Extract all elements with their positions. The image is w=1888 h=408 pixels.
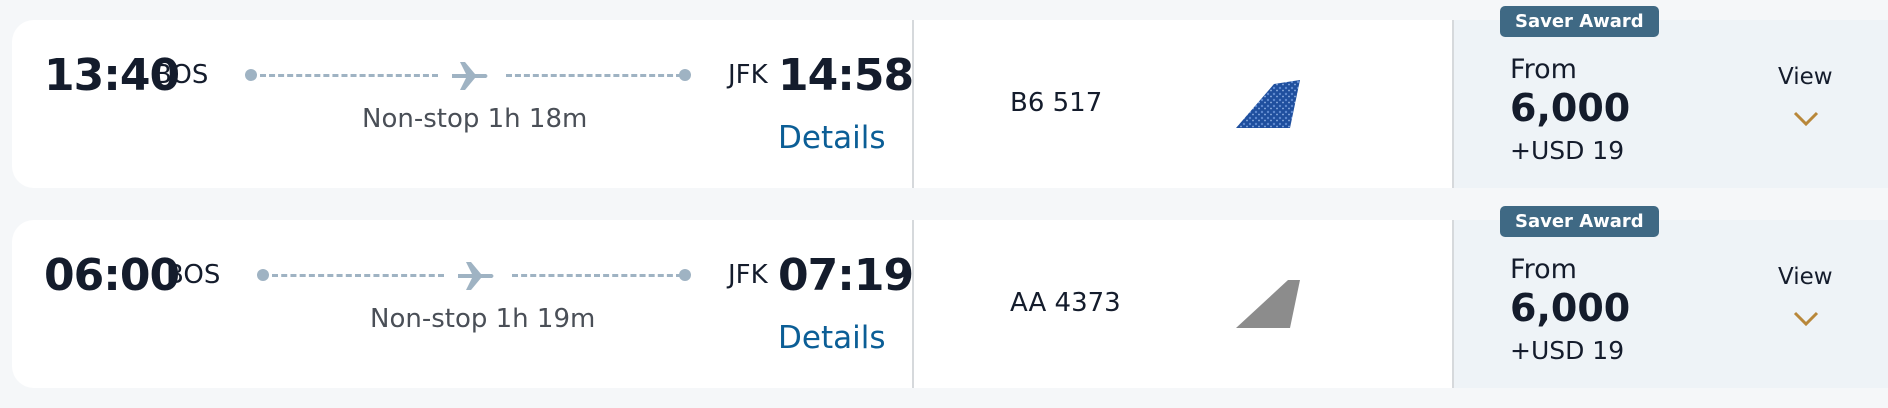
award-points: 6,000 — [1510, 86, 1631, 130]
saver-award-badge: Saver Award — [1500, 6, 1659, 37]
departure-airport: BOS — [154, 60, 209, 90]
arrival-time: 07:19 — [778, 250, 914, 301]
route-line-left — [260, 74, 438, 77]
view-fare-button[interactable]: View — [1778, 264, 1833, 290]
arrival-time: 14:58 — [778, 50, 914, 101]
flight-info-panel: B6 517 — [912, 20, 1454, 188]
taxes-fees: +USD 19 — [1510, 136, 1625, 165]
chevron-down-icon[interactable] — [1792, 110, 1820, 128]
route-start-dot — [245, 69, 257, 81]
fare-panel[interactable]: From 6,000 +USD 19 View — [1452, 20, 1888, 188]
flight-info-panel: AA 4373 — [912, 220, 1454, 388]
itinerary-panel: 06:00 BOS Non-stop 1h 19m JFK 07:19 Deta… — [12, 220, 914, 388]
arrival-airport: JFK — [728, 260, 768, 290]
flight-number: B6 517 — [1010, 88, 1103, 118]
flight-result-row: 06:00 BOS Non-stop 1h 19m JFK 07:19 Deta… — [12, 220, 1888, 388]
itinerary-panel: 13:40 BOS Non-stop 1h 18m JFK 14:58 Deta… — [12, 20, 914, 188]
departure-airport: BOS — [166, 260, 221, 290]
from-label: From — [1510, 254, 1577, 285]
jetblue-tail-icon — [1236, 80, 1300, 128]
route-end-dot — [679, 69, 691, 81]
chevron-down-icon[interactable] — [1792, 310, 1820, 328]
route-end-dot — [679, 269, 691, 281]
route-line-right — [512, 274, 682, 277]
flight-duration: Non-stop 1h 18m — [362, 104, 588, 134]
fare-panel[interactable]: From 6,000 +USD 19 View — [1452, 220, 1888, 388]
flight-number: AA 4373 — [1010, 288, 1121, 318]
from-label: From — [1510, 54, 1577, 85]
taxes-fees: +USD 19 — [1510, 336, 1625, 365]
route-line-left — [272, 274, 444, 277]
airplane-icon — [452, 62, 488, 90]
award-points: 6,000 — [1510, 286, 1631, 330]
airplane-icon — [458, 262, 494, 290]
view-fare-button[interactable]: View — [1778, 64, 1833, 90]
saver-award-badge: Saver Award — [1500, 206, 1659, 237]
flight-result-row: 13:40 BOS Non-stop 1h 18m JFK 14:58 Deta… — [12, 20, 1888, 188]
route-line-right — [506, 74, 682, 77]
details-link[interactable]: Details — [778, 320, 885, 356]
details-link[interactable]: Details — [778, 120, 885, 156]
arrival-airport: JFK — [728, 60, 768, 90]
american-tail-icon — [1236, 280, 1300, 328]
departure-time: 06:00 — [44, 250, 180, 301]
route-start-dot — [257, 269, 269, 281]
flight-duration: Non-stop 1h 19m — [370, 304, 596, 334]
